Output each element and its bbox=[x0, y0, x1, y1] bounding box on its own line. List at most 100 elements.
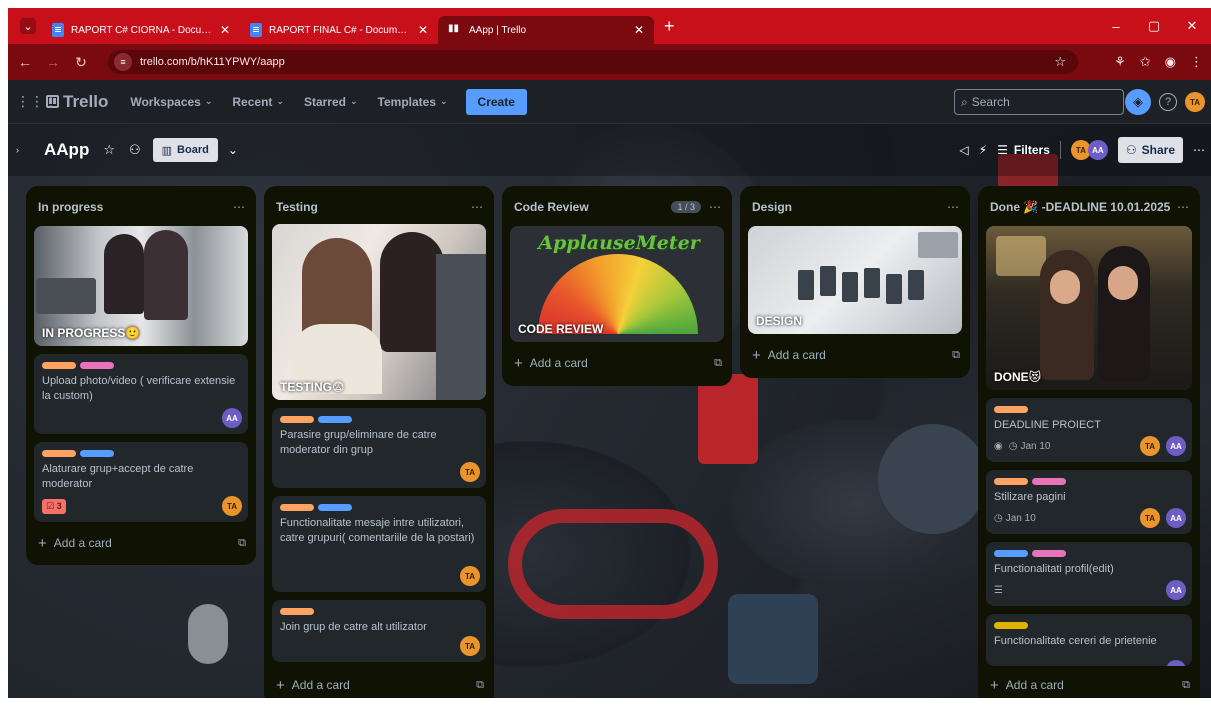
card-template-icon[interactable]: ⧉ bbox=[476, 679, 484, 692]
site-info-icon[interactable]: ≡ bbox=[114, 53, 132, 71]
card[interactable]: Stilizare pagini ◷ Jan 10 TA AA bbox=[986, 470, 1192, 534]
label-orange[interactable] bbox=[280, 504, 314, 511]
label-orange[interactable] bbox=[42, 450, 76, 457]
list-title[interactable]: In progress bbox=[38, 200, 233, 214]
add-card-button[interactable]: + Add a card ⧉ bbox=[514, 352, 722, 374]
card-member-avatar[interactable]: TA bbox=[222, 496, 242, 516]
notifications-icon[interactable]: ◈ bbox=[1125, 89, 1151, 115]
card[interactable]: Join grup de catre alt utilizator TA bbox=[272, 600, 486, 662]
add-card-button[interactable]: + Add a card ⧉ bbox=[38, 532, 246, 554]
board-name[interactable]: AApp bbox=[44, 140, 89, 160]
profile-icon[interactable]: ◉ bbox=[1165, 54, 1176, 70]
card[interactable]: Upload photo/video ( verificare extensie… bbox=[34, 354, 248, 434]
label-pink[interactable] bbox=[80, 362, 114, 369]
app-switcher-icon[interactable]: ⋮⋮⋮ bbox=[16, 93, 58, 110]
search-input[interactable] bbox=[971, 95, 1112, 109]
member-avatar[interactable]: AA bbox=[1087, 140, 1108, 160]
cover-card[interactable]: IN PROGRESS🙂 bbox=[34, 226, 248, 346]
favorites-icon[interactable]: ✩ bbox=[1140, 54, 1151, 70]
bookmark-star-icon[interactable]: ☆ bbox=[1054, 54, 1066, 70]
cover-card[interactable]: ApplauseMeter CODE REVIEW bbox=[510, 226, 724, 342]
power-ups-icon[interactable]: ◁ bbox=[959, 143, 968, 157]
card-member-avatar[interactable]: TA bbox=[460, 636, 480, 656]
board-view-button[interactable]: ▥ Board bbox=[152, 138, 218, 162]
card-member-avatar[interactable]: AA bbox=[1166, 508, 1186, 528]
card-template-icon[interactable]: ⧉ bbox=[1182, 679, 1190, 692]
add-card-button[interactable]: + Add a card ⧉ bbox=[990, 674, 1190, 696]
label-blue[interactable] bbox=[994, 550, 1028, 557]
list-title[interactable]: Code Review bbox=[514, 200, 671, 214]
nav-templates[interactable]: Templates ⌄ bbox=[368, 95, 458, 109]
list-menu-icon[interactable]: ⋯ bbox=[471, 200, 484, 214]
extension-icon[interactable]: ⚘ bbox=[1114, 54, 1126, 70]
restore-icon[interactable]: ▢ bbox=[1135, 18, 1173, 34]
expand-sidebar-icon[interactable]: › bbox=[16, 145, 32, 155]
label-orange[interactable] bbox=[994, 478, 1028, 485]
help-icon[interactable]: ? bbox=[1159, 93, 1177, 111]
cover-card[interactable]: DESIGN bbox=[748, 226, 962, 334]
list-menu-icon[interactable]: ⋯ bbox=[947, 200, 960, 214]
browser-tab[interactable]: RAPORT FINAL C# - Document ✕ bbox=[240, 16, 438, 44]
list-menu-icon[interactable]: ⋯ bbox=[233, 200, 246, 214]
new-tab-icon[interactable]: + bbox=[664, 16, 675, 37]
search-field[interactable]: ⌕ bbox=[954, 89, 1124, 115]
share-button[interactable]: ⚇ Share bbox=[1117, 137, 1183, 163]
label-blue[interactable] bbox=[80, 450, 114, 457]
close-window-icon[interactable]: ✕ bbox=[1173, 18, 1211, 34]
user-avatar[interactable]: TA bbox=[1185, 92, 1205, 112]
card-template-icon[interactable]: ⧉ bbox=[714, 357, 722, 370]
label-yellow[interactable] bbox=[994, 622, 1028, 629]
filters-button[interactable]: ☰ Filters bbox=[997, 143, 1050, 157]
close-tab-icon[interactable]: ✕ bbox=[634, 23, 644, 37]
card[interactable]: DEADLINE PROIECT ◉ ◷ Jan 10 TA AA bbox=[986, 398, 1192, 462]
card-member-avatar[interactable]: TA bbox=[1140, 508, 1160, 528]
card-member-avatar[interactable]: AA bbox=[1166, 580, 1186, 600]
card-template-icon[interactable]: ⧉ bbox=[952, 349, 960, 362]
add-card-button[interactable]: + Add a card ⧉ bbox=[276, 674, 484, 696]
chevron-down-icon[interactable]: ⌄ bbox=[228, 143, 238, 157]
label-orange[interactable] bbox=[280, 608, 314, 615]
reload-icon[interactable]: ↻ bbox=[70, 54, 92, 71]
card-member-avatar[interactable]: TA bbox=[1140, 436, 1160, 456]
card[interactable]: Functionalitate mesaje intre utilizatori… bbox=[272, 496, 486, 592]
nav-recent[interactable]: Recent ⌄ bbox=[222, 95, 294, 109]
card[interactable]: Functionalitate cereri de prietenie AA bbox=[986, 614, 1192, 666]
label-pink[interactable] bbox=[1032, 478, 1066, 485]
workspace-visible-icon[interactable]: ⚇ bbox=[129, 142, 141, 158]
card[interactable]: Parasire grup/eliminare de catre moderat… bbox=[272, 408, 486, 488]
board-members[interactable]: TA AA bbox=[1070, 140, 1108, 160]
browser-tab[interactable]: RAPORT C# CIORNA - Docume ✕ bbox=[42, 16, 240, 44]
card-member-avatar[interactable]: AA bbox=[1166, 436, 1186, 456]
card[interactable]: Functionalitati profil(edit) ☰ AA bbox=[986, 542, 1192, 606]
star-icon[interactable]: ☆ bbox=[103, 142, 115, 158]
close-tab-icon[interactable]: ✕ bbox=[220, 23, 230, 37]
label-orange[interactable] bbox=[280, 416, 314, 423]
create-button[interactable]: Create bbox=[465, 88, 527, 115]
more-menu-icon[interactable]: ⋮ bbox=[1190, 54, 1203, 70]
close-tab-icon[interactable]: ✕ bbox=[418, 23, 428, 37]
list-menu-icon[interactable]: ⋯ bbox=[1177, 200, 1190, 214]
forward-icon[interactable]: → bbox=[42, 54, 64, 70]
label-orange[interactable] bbox=[42, 362, 76, 369]
nav-workspaces[interactable]: Workspaces ⌄ bbox=[120, 95, 222, 109]
cover-card[interactable]: DONE😻 bbox=[986, 226, 1192, 390]
browser-tab-active[interactable]: ▮▮ AApp | Trello ✕ bbox=[438, 16, 654, 44]
list-title[interactable]: Done 🎉 -DEADLINE 10.01.2025 bbox=[990, 200, 1177, 214]
label-blue[interactable] bbox=[318, 416, 352, 423]
label-orange[interactable] bbox=[994, 406, 1028, 413]
label-pink[interactable] bbox=[1032, 550, 1066, 557]
back-icon[interactable]: ← bbox=[14, 54, 36, 70]
label-blue[interactable] bbox=[318, 504, 352, 511]
list-title[interactable]: Design bbox=[752, 200, 947, 214]
address-bar[interactable]: ≡ trello.com/b/hK11YPWY/aapp ☆ bbox=[108, 50, 1078, 74]
card[interactable]: Alaturare grup+accept de catre moderator… bbox=[34, 442, 248, 522]
more-icon[interactable]: ⋯ bbox=[1193, 143, 1205, 157]
tab-search-button[interactable]: ⌄ bbox=[14, 12, 42, 40]
card-member-avatar[interactable]: TA bbox=[460, 566, 480, 586]
card-member-avatar[interactable]: TA bbox=[460, 462, 480, 482]
card-template-icon[interactable]: ⧉ bbox=[238, 537, 246, 550]
card-member-avatar[interactable]: AA bbox=[1166, 660, 1186, 666]
list-title[interactable]: Testing bbox=[276, 200, 471, 214]
add-card-button[interactable]: + Add a card ⧉ bbox=[752, 344, 960, 366]
list-menu-icon[interactable]: ⋯ bbox=[709, 200, 722, 214]
